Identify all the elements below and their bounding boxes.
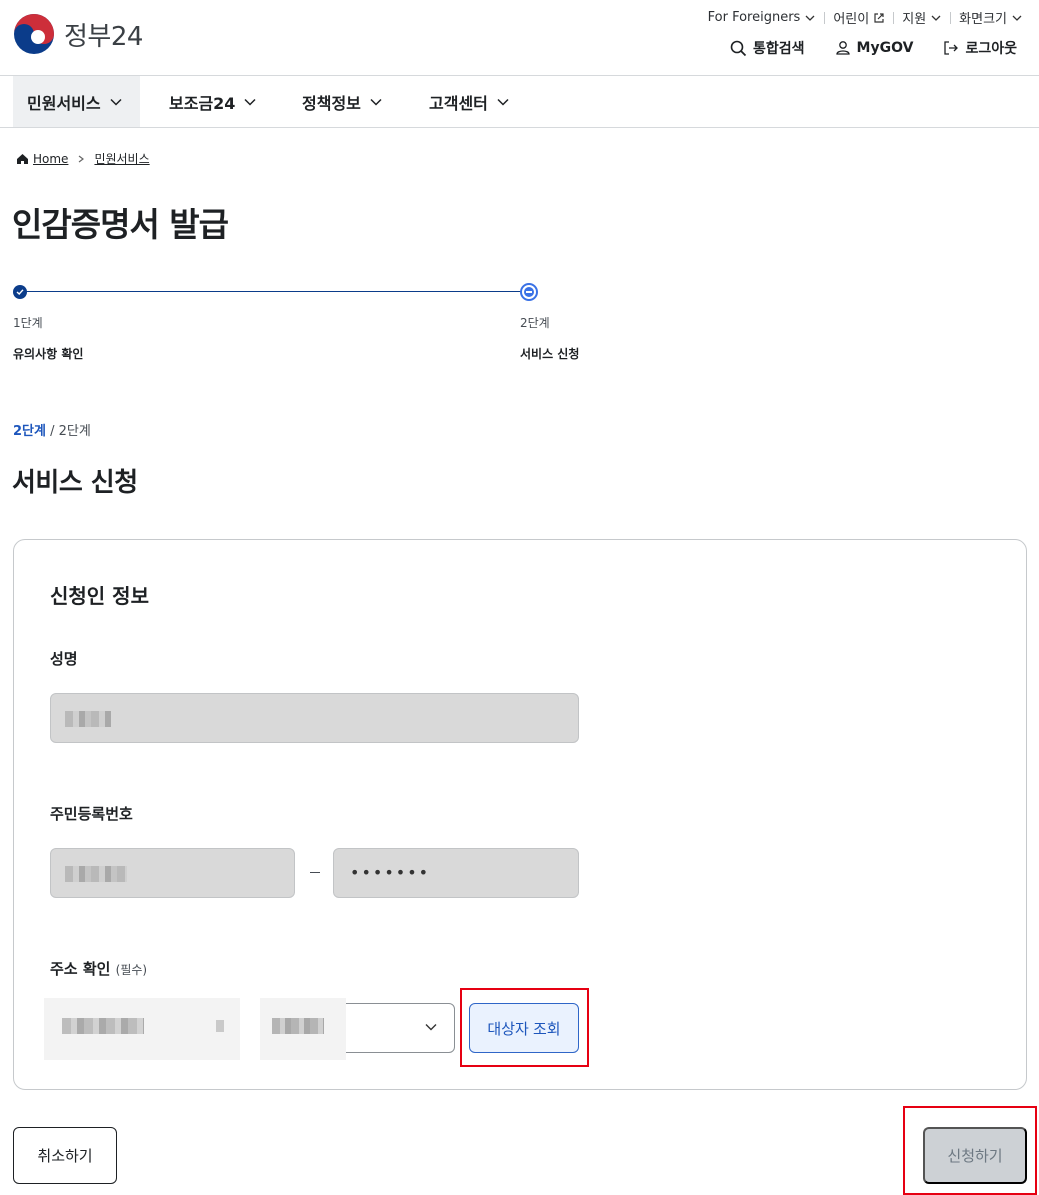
step-1-check-icon xyxy=(13,285,27,299)
step-indicator: 2단계 / 2단계 xyxy=(13,420,91,439)
breadcrumb-home-link[interactable]: Home xyxy=(33,152,68,166)
external-link-icon xyxy=(874,12,884,23)
address-required-text: (필수) xyxy=(115,963,148,977)
address-label-text: 주소 확인 xyxy=(50,960,111,978)
chevron-right-icon xyxy=(79,155,85,162)
chevron-down-icon xyxy=(425,1024,437,1031)
screen-size-label: 화면크기 xyxy=(959,12,1007,27)
site-logo[interactable]: 정부24 xyxy=(14,14,143,54)
gnb-label: 민원서비스 xyxy=(27,93,101,113)
mygov-button[interactable]: MyGOV xyxy=(835,40,914,56)
highlight-box xyxy=(903,1106,1037,1195)
gnb-item-civil-service[interactable]: 민원서비스 xyxy=(13,76,140,127)
gnb-label: 고객센터 xyxy=(429,93,488,113)
brand-name: 정부24 xyxy=(64,21,143,52)
screen-size-menu[interactable]: 화면크기 xyxy=(951,8,1023,27)
redacted-value xyxy=(65,711,111,727)
step-2-number: 2단계 xyxy=(520,316,550,330)
step-2-name: 서비스 신청 xyxy=(520,347,580,361)
mygov-label: MyGOV xyxy=(856,40,914,56)
for-foreigners-label: For Foreigners xyxy=(707,10,801,25)
support-label: 지원 xyxy=(902,12,927,27)
breadcrumb: Home 민원서비스 xyxy=(16,150,150,167)
rrn-back-mask: ••••••• xyxy=(350,863,431,882)
step-indicator-current: 2단계 xyxy=(13,424,46,439)
cancel-button[interactable]: 취소하기 xyxy=(13,1127,117,1184)
highlight-box xyxy=(460,988,589,1067)
chevron-down-icon xyxy=(110,98,122,106)
search-label: 통합검색 xyxy=(753,41,805,57)
step-1-number: 1단계 xyxy=(13,316,43,330)
rrn-dash xyxy=(310,872,320,873)
for-foreigners-link[interactable]: For Foreigners xyxy=(700,10,825,25)
search-button[interactable]: 통합검색 xyxy=(730,38,805,58)
address-label: 주소 확인 (필수) xyxy=(50,958,147,979)
step-indicator-total: 2단계 xyxy=(58,424,91,439)
step-indicator-separator: / xyxy=(50,424,55,439)
header-tools: 통합검색 MyGOV 로그아웃 xyxy=(730,38,1017,58)
name-field[interactable] xyxy=(50,693,579,743)
rrn-front-field[interactable] xyxy=(50,848,295,898)
gnb-item-policy[interactable]: 정책정보 xyxy=(288,76,397,127)
rrn-back-field[interactable]: ••••••• xyxy=(333,848,579,898)
redacted-value xyxy=(65,866,127,882)
chevron-down-icon xyxy=(805,15,815,21)
chevron-down-icon xyxy=(931,15,941,21)
kids-label: 어린이 xyxy=(833,12,870,27)
name-label: 성명 xyxy=(50,650,78,668)
card-title: 신청인 정보 xyxy=(50,584,149,608)
support-menu[interactable]: 지원 xyxy=(894,8,950,27)
step-2-current-icon xyxy=(520,283,538,301)
kids-link[interactable]: 어린이 xyxy=(825,8,893,27)
chevron-down-icon xyxy=(1012,15,1022,21)
breadcrumb-home[interactable]: Home xyxy=(16,152,68,166)
gnb-label: 정책정보 xyxy=(302,93,361,113)
utility-menu: For Foreigners 어린이 지원 화면크기 xyxy=(700,8,1023,27)
logout-label: 로그아웃 xyxy=(965,41,1017,57)
gnb-label: 보조금24 xyxy=(169,93,236,113)
step-progress-line xyxy=(20,291,530,292)
chevron-down-icon xyxy=(244,98,256,106)
user-icon xyxy=(835,41,850,55)
main-navigation: 민원서비스 보조금24 정책정보 고객센터 xyxy=(0,75,1039,128)
home-icon xyxy=(17,153,28,164)
breadcrumb-current-link[interactable]: 민원서비스 xyxy=(94,150,149,167)
logout-button[interactable]: 로그아웃 xyxy=(943,38,1017,58)
chevron-down-icon xyxy=(370,98,382,106)
gnb-item-customer-center[interactable]: 고객센터 xyxy=(415,76,524,127)
section-title: 서비스 신청 xyxy=(12,468,138,498)
rrn-label: 주민등록번호 xyxy=(50,805,133,823)
search-icon xyxy=(730,40,747,56)
redacted-address xyxy=(44,998,346,1060)
page-title: 인감증명서 발급 xyxy=(12,205,229,244)
step-1-name: 유의사항 확인 xyxy=(13,347,84,361)
taegeuk-logo-icon xyxy=(14,14,54,54)
chevron-down-icon xyxy=(497,98,509,106)
logout-icon xyxy=(944,41,959,55)
gnb-item-subsidy[interactable]: 보조금24 xyxy=(155,76,271,127)
